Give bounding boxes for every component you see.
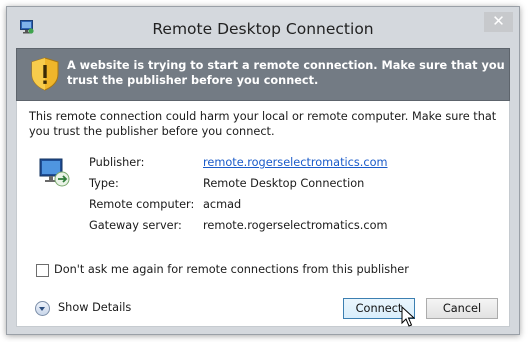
mouse-pointer-icon (401, 306, 415, 327)
shield-warning-icon (31, 57, 59, 91)
warning-message: This remote connection could harm your l… (29, 110, 497, 138)
show-details-label[interactable]: Show Details (58, 301, 131, 314)
gateway-server-label: Gateway server: (89, 219, 182, 232)
dialog-content: This remote connection could harm your l… (16, 101, 510, 327)
remote-computer-icon (39, 158, 70, 187)
rdc-dialog-window: Remote Desktop Connection ✕ A website is… (6, 6, 520, 335)
window-title: Remote Desktop Connection (152, 20, 374, 38)
dont-ask-again-checkbox[interactable] (36, 264, 49, 277)
dont-ask-again-label[interactable]: Don't ask me again for remote connection… (54, 263, 409, 276)
chevron-down-icon[interactable] (35, 301, 50, 316)
warning-banner: A website is trying to start a remote co… (16, 48, 510, 101)
close-button[interactable]: ✕ (484, 12, 513, 32)
publisher-label: Publisher: (89, 156, 145, 169)
type-label: Type: (89, 177, 119, 190)
cancel-button[interactable]: Cancel (426, 298, 498, 319)
warning-banner-text: A website is trying to start a remote co… (67, 59, 505, 87)
title-bar[interactable]: Remote Desktop Connection ✕ (7, 7, 519, 45)
gateway-server-value: remote.rogerselectromatics.com (203, 219, 388, 232)
remote-computer-label: Remote computer: (89, 198, 195, 211)
publisher-link[interactable]: remote.rogerselectromatics.com (203, 156, 388, 169)
type-value: Remote Desktop Connection (203, 177, 365, 190)
remote-computer-value: acmad (203, 198, 242, 211)
